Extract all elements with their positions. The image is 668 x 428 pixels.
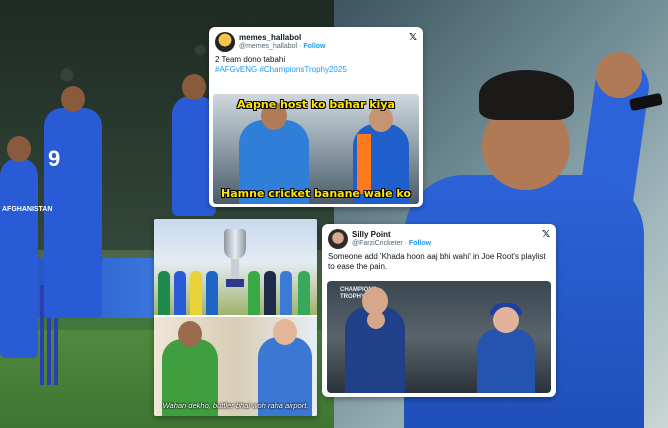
fist <box>596 52 642 98</box>
display-name[interactable]: Silly Point <box>352 230 431 239</box>
handle[interactable]: @memes_hallabol <box>239 43 297 50</box>
avatar[interactable] <box>215 32 235 52</box>
tweet-header: Silly Point @FarziCricketer · Follow 𝕏 <box>322 224 556 251</box>
meme-top-caption: Aapne host ko bahar kiya <box>237 98 395 111</box>
trophy-panel <box>154 219 317 315</box>
display-name[interactable]: memes_hallabol <box>239 33 326 42</box>
handle[interactable]: @FarziCricketer <box>352 240 403 247</box>
bowler-hair <box>479 70 574 120</box>
tweet-body: 2 Team dono tabahi <box>215 55 286 64</box>
player-jumping: 9 <box>44 86 102 318</box>
tweet-body: Someone add 'Khada hoon aaj bhi wahi' in… <box>328 252 546 271</box>
follow-button[interactable]: Follow <box>303 43 325 50</box>
avatar[interactable] <box>328 229 348 249</box>
reaction-panel: Wahan dekho, buttler bhai woh raha airpo… <box>154 317 317 416</box>
trophy-meme-image: Wahan dekho, buttler bhai woh raha airpo… <box>154 219 317 416</box>
tweet-media[interactable]: CHAMPIONS TROPHY <box>327 281 551 393</box>
jersey-number: 9 <box>48 146 61 171</box>
separator: · <box>404 239 407 247</box>
jersey-team-label: AFGHANISTAN <box>2 206 53 213</box>
tweet-text: 2 Team dono tabahi #AFGvENG #ChampionsTr… <box>209 54 423 78</box>
tweet-hashtags[interactable]: #AFGvENG #ChampionsTrophy2025 <box>215 65 417 75</box>
meme-subtitle: Wahan dekho, buttler bhai woh raha airpo… <box>162 401 309 410</box>
meme-bottom-caption: Hamne cricket banane wale ko <box>221 187 411 200</box>
x-logo-icon[interactable]: 𝕏 <box>542 229 550 240</box>
tweet-card-memes-hallabol[interactable]: memes_hallabol @memes_hallabol · Follow … <box>209 27 423 207</box>
tweet-media[interactable]: Aapne host ko bahar kiya Hamne cricket b… <box>213 94 419 204</box>
teammate-figure <box>477 307 535 393</box>
follow-button[interactable]: Follow <box>409 240 431 247</box>
tweet-header: memes_hallabol @memes_hallabol · Follow … <box>209 27 423 54</box>
tweet-card-silly-point[interactable]: Silly Point @FarziCricketer · Follow 𝕏 S… <box>322 224 556 397</box>
separator: · <box>299 42 302 50</box>
joe-root-figure <box>345 287 405 393</box>
x-logo-icon[interactable]: 𝕏 <box>409 32 417 43</box>
trophy-icon <box>224 229 246 289</box>
player-left <box>0 136 38 358</box>
